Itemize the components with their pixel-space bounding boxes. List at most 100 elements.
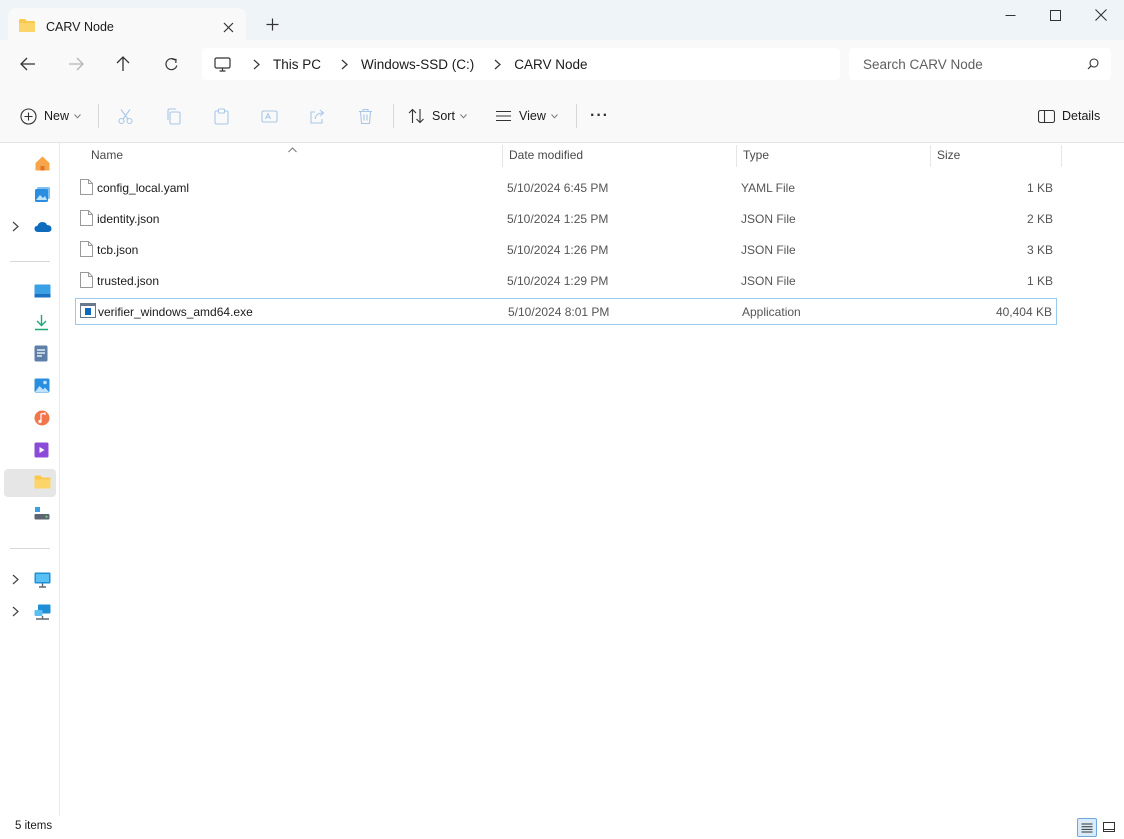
tiles-view-icon[interactable] [1099, 818, 1119, 837]
music-icon [34, 410, 50, 429]
column-divider[interactable] [1061, 145, 1062, 167]
file-name: identity.json [97, 211, 160, 226]
column-header-size[interactable]: Size [937, 143, 1061, 167]
sort-button[interactable]: Sort [408, 102, 467, 130]
this-pc-icon [34, 572, 51, 591]
file-row[interactable]: config_local.yaml 5/10/2024 6:45 PM YAML… [75, 174, 1057, 201]
back-arrow-icon[interactable] [13, 50, 43, 78]
search-box[interactable]: Search CARV Node [849, 48, 1111, 80]
file-date: 5/10/2024 1:29 PM [507, 273, 609, 288]
file-size: 40,404 KB [995, 304, 1052, 319]
details-label: Details [1062, 109, 1101, 123]
navigation-pane [0, 143, 60, 816]
sidebar-item-videos[interactable] [0, 437, 58, 465]
plus-circle-icon [20, 107, 37, 125]
file-date: 5/10/2024 1:26 PM [507, 242, 609, 257]
file-row[interactable]: trusted.json 5/10/2024 1:29 PM JSON File… [75, 267, 1057, 294]
new-label: New [44, 109, 70, 123]
new-button[interactable]: New [20, 102, 81, 130]
toolbar-divider [98, 104, 99, 128]
document-icon [80, 210, 93, 229]
forward-arrow-icon[interactable] [61, 50, 91, 78]
sidebar-item-desktop[interactable] [0, 278, 58, 306]
close-icon[interactable] [1078, 0, 1124, 30]
maximize-icon[interactable] [1032, 0, 1078, 30]
file-size: 2 KB [1026, 211, 1053, 226]
desktop-icon [34, 284, 51, 301]
chevron-right-icon[interactable] [12, 606, 19, 620]
breadcrumb-current-folder[interactable]: CARV Node [508, 57, 593, 72]
column-header-name[interactable]: Name [91, 143, 501, 167]
more-icon: ··· [590, 107, 609, 124]
breadcrumb-drive[interactable]: Windows-SSD (C:) [355, 57, 480, 72]
file-row-selected[interactable]: verifier_windows_amd64.exe 5/10/2024 8:0… [75, 298, 1057, 325]
file-size: 3 KB [1026, 242, 1053, 257]
sort-icon [408, 108, 425, 124]
chevron-right-icon[interactable] [12, 221, 19, 235]
document-icon [80, 241, 93, 260]
document-icon [80, 179, 93, 198]
toolbar-divider [576, 104, 577, 128]
paste-icon[interactable] [213, 102, 230, 130]
this-pc-icon[interactable] [214, 56, 231, 72]
file-type: JSON File [741, 273, 796, 288]
copy-icon[interactable] [165, 102, 182, 130]
new-tab-button[interactable] [258, 10, 286, 38]
sidebar-item-current-folder[interactable] [4, 469, 56, 497]
file-date: 5/10/2024 8:01 PM [508, 304, 610, 319]
file-date: 5/10/2024 6:45 PM [507, 180, 609, 195]
sidebar-item-network[interactable] [0, 599, 58, 627]
up-arrow-icon[interactable] [108, 50, 138, 78]
column-date-label: Date modified [509, 148, 584, 162]
sidebar-item-gallery[interactable] [0, 182, 58, 210]
file-row[interactable]: tcb.json 5/10/2024 1:26 PM JSON File 3 K… [75, 236, 1057, 263]
sidebar-item-documents[interactable] [0, 341, 58, 369]
chevron-right-icon[interactable] [245, 59, 267, 70]
sidebar-divider [10, 548, 50, 549]
more-options-button[interactable]: ··· [590, 102, 609, 130]
sort-label: Sort [432, 109, 455, 123]
column-divider[interactable] [502, 145, 503, 167]
file-name: verifier_windows_amd64.exe [98, 304, 253, 319]
column-divider[interactable] [930, 145, 931, 167]
sidebar-item-this-pc[interactable] [0, 567, 58, 595]
sidebar-item-music[interactable] [0, 405, 58, 433]
share-icon[interactable] [309, 102, 326, 130]
refresh-icon[interactable] [156, 50, 186, 78]
details-pane-button[interactable]: Details [1038, 102, 1100, 130]
sidebar-item-drive[interactable] [0, 500, 58, 528]
application-icon [80, 303, 96, 321]
sidebar-item-pictures[interactable] [0, 373, 58, 401]
search-input[interactable]: Search CARV Node [863, 57, 1087, 72]
close-tab-icon[interactable] [214, 13, 242, 41]
file-date: 5/10/2024 1:25 PM [507, 211, 609, 226]
breadcrumb-this-pc[interactable]: This PC [267, 57, 327, 72]
folder-icon [18, 18, 36, 36]
sidebar-item-home[interactable] [0, 151, 58, 179]
file-list: Name Date modified Type Size config_loca… [60, 143, 1124, 816]
folder-icon [34, 475, 51, 492]
chevron-right-icon[interactable] [486, 59, 508, 70]
column-divider[interactable] [736, 145, 737, 167]
videos-icon [34, 442, 49, 461]
chevron-right-icon[interactable] [12, 574, 19, 588]
chevron-right-icon[interactable] [333, 59, 355, 70]
address-row: This PC Windows-SSD (C:) CARV Node Searc… [0, 40, 1124, 88]
column-header-type[interactable]: Type [743, 143, 929, 167]
search-icon[interactable] [1087, 58, 1099, 70]
rename-icon[interactable] [261, 102, 278, 130]
chevron-down-icon [551, 113, 558, 119]
file-name: tcb.json [97, 242, 139, 257]
gallery-icon [34, 186, 51, 206]
file-row[interactable]: identity.json 5/10/2024 1:25 PM JSON Fil… [75, 205, 1057, 232]
column-header-date[interactable]: Date modified [509, 143, 735, 167]
breadcrumb[interactable]: This PC Windows-SSD (C:) CARV Node [202, 48, 840, 80]
sidebar-item-onedrive[interactable] [0, 214, 58, 242]
details-pane-icon [1038, 109, 1055, 123]
minimize-icon[interactable] [987, 0, 1033, 30]
details-view-icon[interactable] [1077, 818, 1097, 837]
delete-icon[interactable] [357, 102, 374, 130]
view-button[interactable]: View [495, 102, 558, 130]
cut-icon[interactable] [117, 102, 134, 130]
sidebar-item-downloads[interactable] [0, 310, 58, 338]
